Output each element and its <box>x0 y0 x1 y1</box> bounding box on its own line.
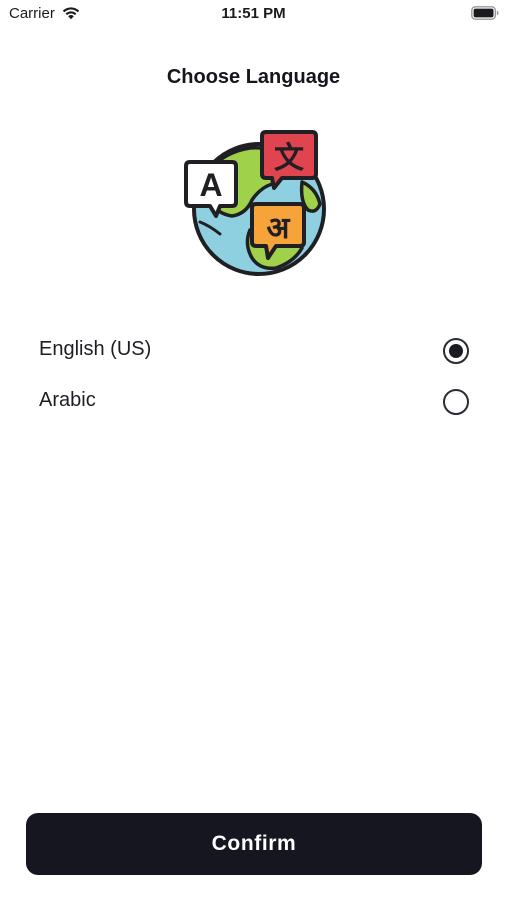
choose-language-screen: Carrier 11:51 PM Choose Language A 文 अ E… <box>0 0 507 900</box>
radio-button-selected[interactable] <box>443 338 469 364</box>
radio-button[interactable] <box>443 389 469 415</box>
confirm-button[interactable]: Confirm <box>26 813 482 875</box>
language-option-arabic[interactable]: Arabic <box>0 377 507 428</box>
language-label: English (US) <box>39 338 152 360</box>
globe-translate-icon: A 文 अ <box>184 130 326 276</box>
battery-icon <box>471 6 499 20</box>
status-time: 11:51 PM <box>221 5 286 22</box>
language-label: Arabic <box>39 389 96 411</box>
page-title: Choose Language <box>166 66 341 88</box>
chinese-glyph: 文 <box>274 141 304 176</box>
hindi-glyph: अ <box>267 211 291 246</box>
latin-glyph: A <box>199 167 222 203</box>
status-bar: Carrier 11:51 PM <box>0 0 507 30</box>
language-option-english[interactable]: English (US) <box>0 326 507 377</box>
language-list: English (US) Arabic <box>0 326 507 428</box>
